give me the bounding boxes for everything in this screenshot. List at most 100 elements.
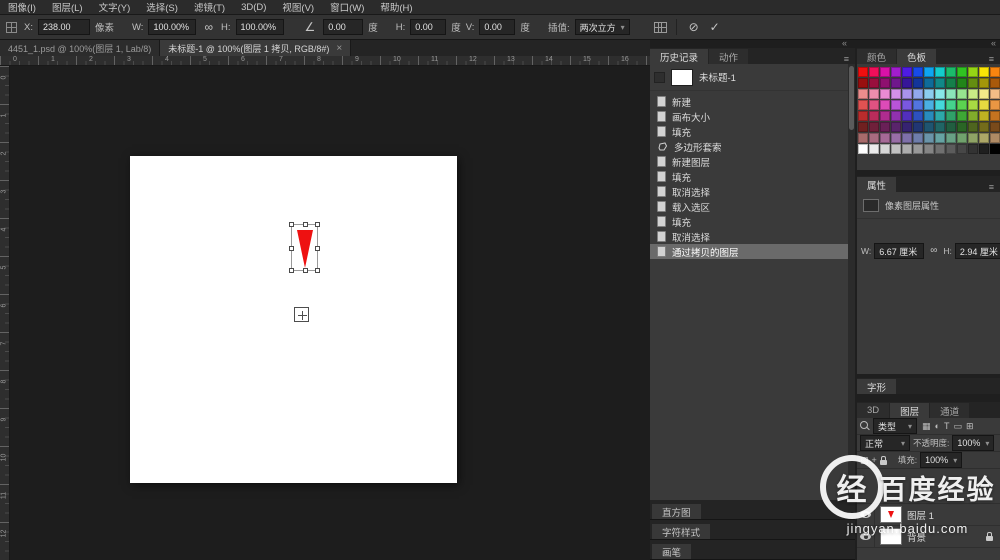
- color-swatch[interactable]: [913, 78, 923, 88]
- filter-kind-icon[interactable]: ▭: [953, 422, 962, 431]
- color-swatch[interactable]: [880, 89, 890, 99]
- color-swatch[interactable]: [891, 100, 901, 110]
- hskew-input[interactable]: 0.00: [410, 19, 446, 35]
- ruler-horizontal[interactable]: 012345678910111213141516: [0, 56, 650, 66]
- color-swatch[interactable]: [913, 133, 923, 143]
- transform-handle[interactable]: [315, 222, 320, 227]
- color-swatch[interactable]: [957, 67, 967, 77]
- color-swatch[interactable]: [957, 122, 967, 132]
- color-swatch[interactable]: [990, 100, 1000, 110]
- transform-bounding-box[interactable]: [291, 224, 318, 271]
- transform-handle[interactable]: [289, 246, 294, 251]
- filter-kind-icon[interactable]: ⊞: [966, 422, 974, 431]
- height-input[interactable]: 100.00%: [236, 19, 284, 35]
- color-swatch[interactable]: [935, 144, 945, 154]
- color-swatch[interactable]: [869, 111, 879, 121]
- collapse-dock-icon[interactable]: «: [991, 39, 996, 48]
- color-swatch[interactable]: [880, 111, 890, 121]
- color-swatch[interactable]: [902, 133, 912, 143]
- color-swatch[interactable]: [902, 144, 912, 154]
- color-swatch[interactable]: [957, 100, 967, 110]
- doc-tab[interactable]: 未标题-1 @ 100%(图层 1 拷贝, RGB/8#)×: [160, 40, 351, 56]
- color-swatch[interactable]: [957, 111, 967, 121]
- tab-layers[interactable]: 图层: [890, 403, 929, 418]
- color-swatch[interactable]: [891, 144, 901, 154]
- history-step[interactable]: 载入选区: [650, 199, 848, 214]
- history-step[interactable]: 多边形套索: [650, 139, 848, 154]
- color-swatch[interactable]: [891, 78, 901, 88]
- color-swatch[interactable]: [968, 89, 978, 99]
- history-snapshot-row[interactable]: 未标题-1: [650, 64, 848, 91]
- history-step[interactable]: 通过拷贝的图层: [650, 244, 848, 259]
- color-swatch[interactable]: [957, 89, 967, 99]
- color-swatch[interactable]: [869, 122, 879, 132]
- panel-menu-icon[interactable]: ≡: [983, 182, 1000, 192]
- menu-item[interactable]: 文字(Y): [91, 0, 139, 15]
- panel-menu-icon[interactable]: ≡: [838, 54, 855, 64]
- menu-item[interactable]: 图层(L): [44, 0, 91, 15]
- color-swatch[interactable]: [924, 144, 934, 154]
- tab-close-icon[interactable]: ×: [336, 43, 342, 54]
- color-swatch[interactable]: [880, 144, 890, 154]
- color-swatch[interactable]: [935, 111, 945, 121]
- color-swatch[interactable]: [968, 78, 978, 88]
- color-swatch[interactable]: [858, 133, 868, 143]
- tab-3d[interactable]: 3D: [857, 403, 889, 418]
- x-input[interactable]: 238.00: [38, 19, 90, 35]
- color-swatch[interactable]: [935, 67, 945, 77]
- color-swatch[interactable]: [990, 78, 1000, 88]
- color-swatch[interactable]: [869, 133, 879, 143]
- color-swatch[interactable]: [902, 78, 912, 88]
- tab-channels[interactable]: 通道: [930, 403, 969, 418]
- history-step[interactable]: 新建: [650, 94, 848, 109]
- color-swatch[interactable]: [858, 122, 868, 132]
- history-step[interactable]: 取消选择: [650, 229, 848, 244]
- color-swatch[interactable]: [869, 67, 879, 77]
- color-swatch[interactable]: [957, 133, 967, 143]
- color-swatch[interactable]: [869, 100, 879, 110]
- history-step[interactable]: 填充: [650, 124, 848, 139]
- color-swatch[interactable]: [891, 89, 901, 99]
- color-swatch[interactable]: [924, 67, 934, 77]
- color-swatch[interactable]: [891, 67, 901, 77]
- color-swatch[interactable]: [979, 89, 989, 99]
- filter-type-select[interactable]: 类型▾: [873, 418, 917, 434]
- tab-glyphs[interactable]: 字形: [857, 379, 896, 394]
- tab-color[interactable]: 颜色: [857, 49, 896, 64]
- prop-height-input[interactable]: 2.94 厘米: [955, 243, 1000, 259]
- color-swatch[interactable]: [913, 67, 923, 77]
- color-swatch[interactable]: [990, 122, 1000, 132]
- color-swatch[interactable]: [891, 133, 901, 143]
- transform-handle[interactable]: [289, 268, 294, 273]
- interpolation-select[interactable]: 两次立方▾: [575, 19, 630, 35]
- color-swatch[interactable]: [990, 89, 1000, 99]
- color-swatch[interactable]: [902, 122, 912, 132]
- color-swatch[interactable]: [880, 78, 890, 88]
- color-swatch[interactable]: [913, 111, 923, 121]
- color-swatch[interactable]: [957, 78, 967, 88]
- ruler-vertical[interactable]: 0123456789101112: [0, 66, 10, 560]
- transform-handle[interactable]: [315, 246, 320, 251]
- color-swatch[interactable]: [935, 133, 945, 143]
- panel-menu-icon[interactable]: ≡: [983, 54, 1000, 64]
- collapsed-panel-tab[interactable]: 直方图: [652, 504, 701, 519]
- color-swatch[interactable]: [990, 67, 1000, 77]
- color-swatch[interactable]: [858, 89, 868, 99]
- color-swatch[interactable]: [990, 111, 1000, 121]
- color-swatch[interactable]: [913, 144, 923, 154]
- color-swatch[interactable]: [880, 100, 890, 110]
- color-swatch[interactable]: [979, 100, 989, 110]
- color-swatch[interactable]: [968, 144, 978, 154]
- color-swatch[interactable]: [968, 133, 978, 143]
- history-step[interactable]: 取消选择: [650, 184, 848, 199]
- history-source-checkbox[interactable]: [654, 72, 665, 83]
- color-swatch[interactable]: [902, 89, 912, 99]
- link-icon[interactable]: ∞: [927, 246, 940, 256]
- menu-item[interactable]: 选择(S): [138, 0, 186, 15]
- color-swatch[interactable]: [902, 100, 912, 110]
- color-swatch[interactable]: [990, 133, 1000, 143]
- color-swatch[interactable]: [858, 144, 868, 154]
- color-swatch[interactable]: [924, 100, 934, 110]
- color-swatch[interactable]: [935, 100, 945, 110]
- color-swatch[interactable]: [979, 122, 989, 132]
